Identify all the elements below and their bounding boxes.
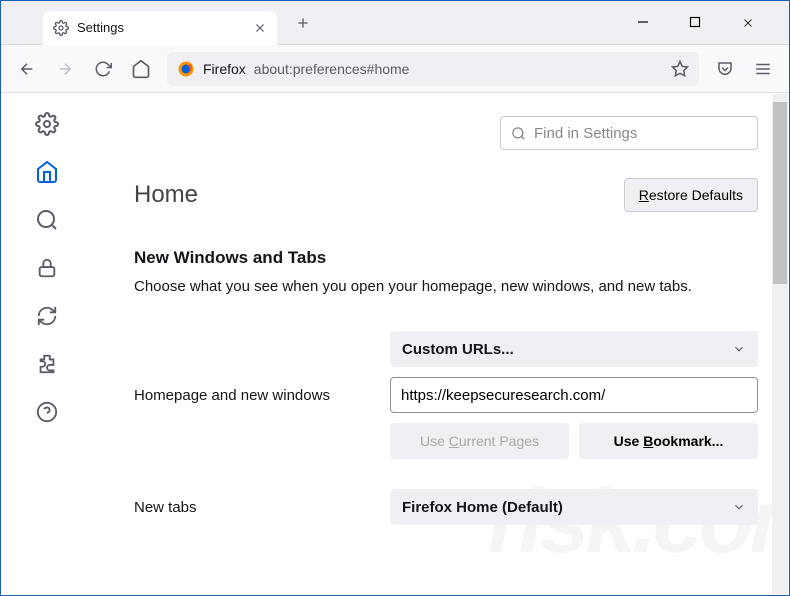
search-icon [511,126,526,141]
reload-button[interactable] [87,53,119,85]
chevron-down-icon [732,342,746,356]
page-title: Home [134,181,198,209]
bookmark-star-icon[interactable] [671,60,689,78]
select-value: Custom URLs... [402,341,514,358]
sidebar-sync-icon[interactable] [35,304,59,328]
scrollbar-track[interactable] [772,94,788,594]
section-heading: New Windows and Tabs [134,248,758,268]
homepage-label: Homepage and new windows [134,387,390,404]
menu-icon[interactable] [747,53,779,85]
sidebar-extensions-icon[interactable] [35,352,59,376]
settings-search-input[interactable]: Find in Settings [500,116,758,150]
firefox-icon [177,60,195,78]
use-bookmark-button[interactable]: Use Bookmark... [579,423,758,459]
url-path: about:preferences#home [254,61,410,77]
minimize-button[interactable] [637,16,665,30]
chevron-down-icon [732,500,746,514]
browser-tab[interactable]: Settings [43,11,277,45]
tab-title: Settings [77,20,245,35]
forward-button[interactable] [49,53,81,85]
gear-icon [53,20,69,36]
titlebar: Settings [1,1,789,45]
url-bar[interactable]: Firefox about:preferences#home [167,52,699,86]
content-area: risk.com Find in Settings Home Restore D… [2,94,788,594]
restore-defaults-button[interactable]: Restore Defaults [624,178,758,212]
toolbar: Firefox about:preferences#home [1,45,789,93]
sidebar-general-icon[interactable] [35,112,59,136]
homepage-mode-select[interactable]: Custom URLs... [390,331,758,367]
section-desc: Choose what you see when you open your h… [134,278,758,295]
search-placeholder: Find in Settings [534,125,637,142]
scrollbar-thumb[interactable] [773,102,787,284]
window-controls [637,16,789,30]
home-button[interactable] [125,53,157,85]
close-window-button[interactable] [741,16,769,30]
main-panel: risk.com Find in Settings Home Restore D… [92,94,788,594]
pocket-icon[interactable] [709,53,741,85]
new-tab-button[interactable] [289,9,317,37]
newtabs-select[interactable]: Firefox Home (Default) [390,489,758,525]
homepage-url-input[interactable] [390,377,758,413]
newtabs-label: New tabs [134,499,390,516]
sidebar-search-icon[interactable] [35,208,59,232]
sidebar-privacy-icon[interactable] [35,256,59,280]
close-icon[interactable] [253,21,267,35]
back-button[interactable] [11,53,43,85]
sidebar [2,94,92,594]
select-value: Firefox Home (Default) [402,499,563,516]
sidebar-help-icon[interactable] [35,400,59,424]
sidebar-home-icon[interactable] [35,160,59,184]
url-prefix: Firefox [203,61,246,77]
use-current-pages-button[interactable]: Use Current Pages [390,423,569,459]
maximize-button[interactable] [689,16,717,30]
